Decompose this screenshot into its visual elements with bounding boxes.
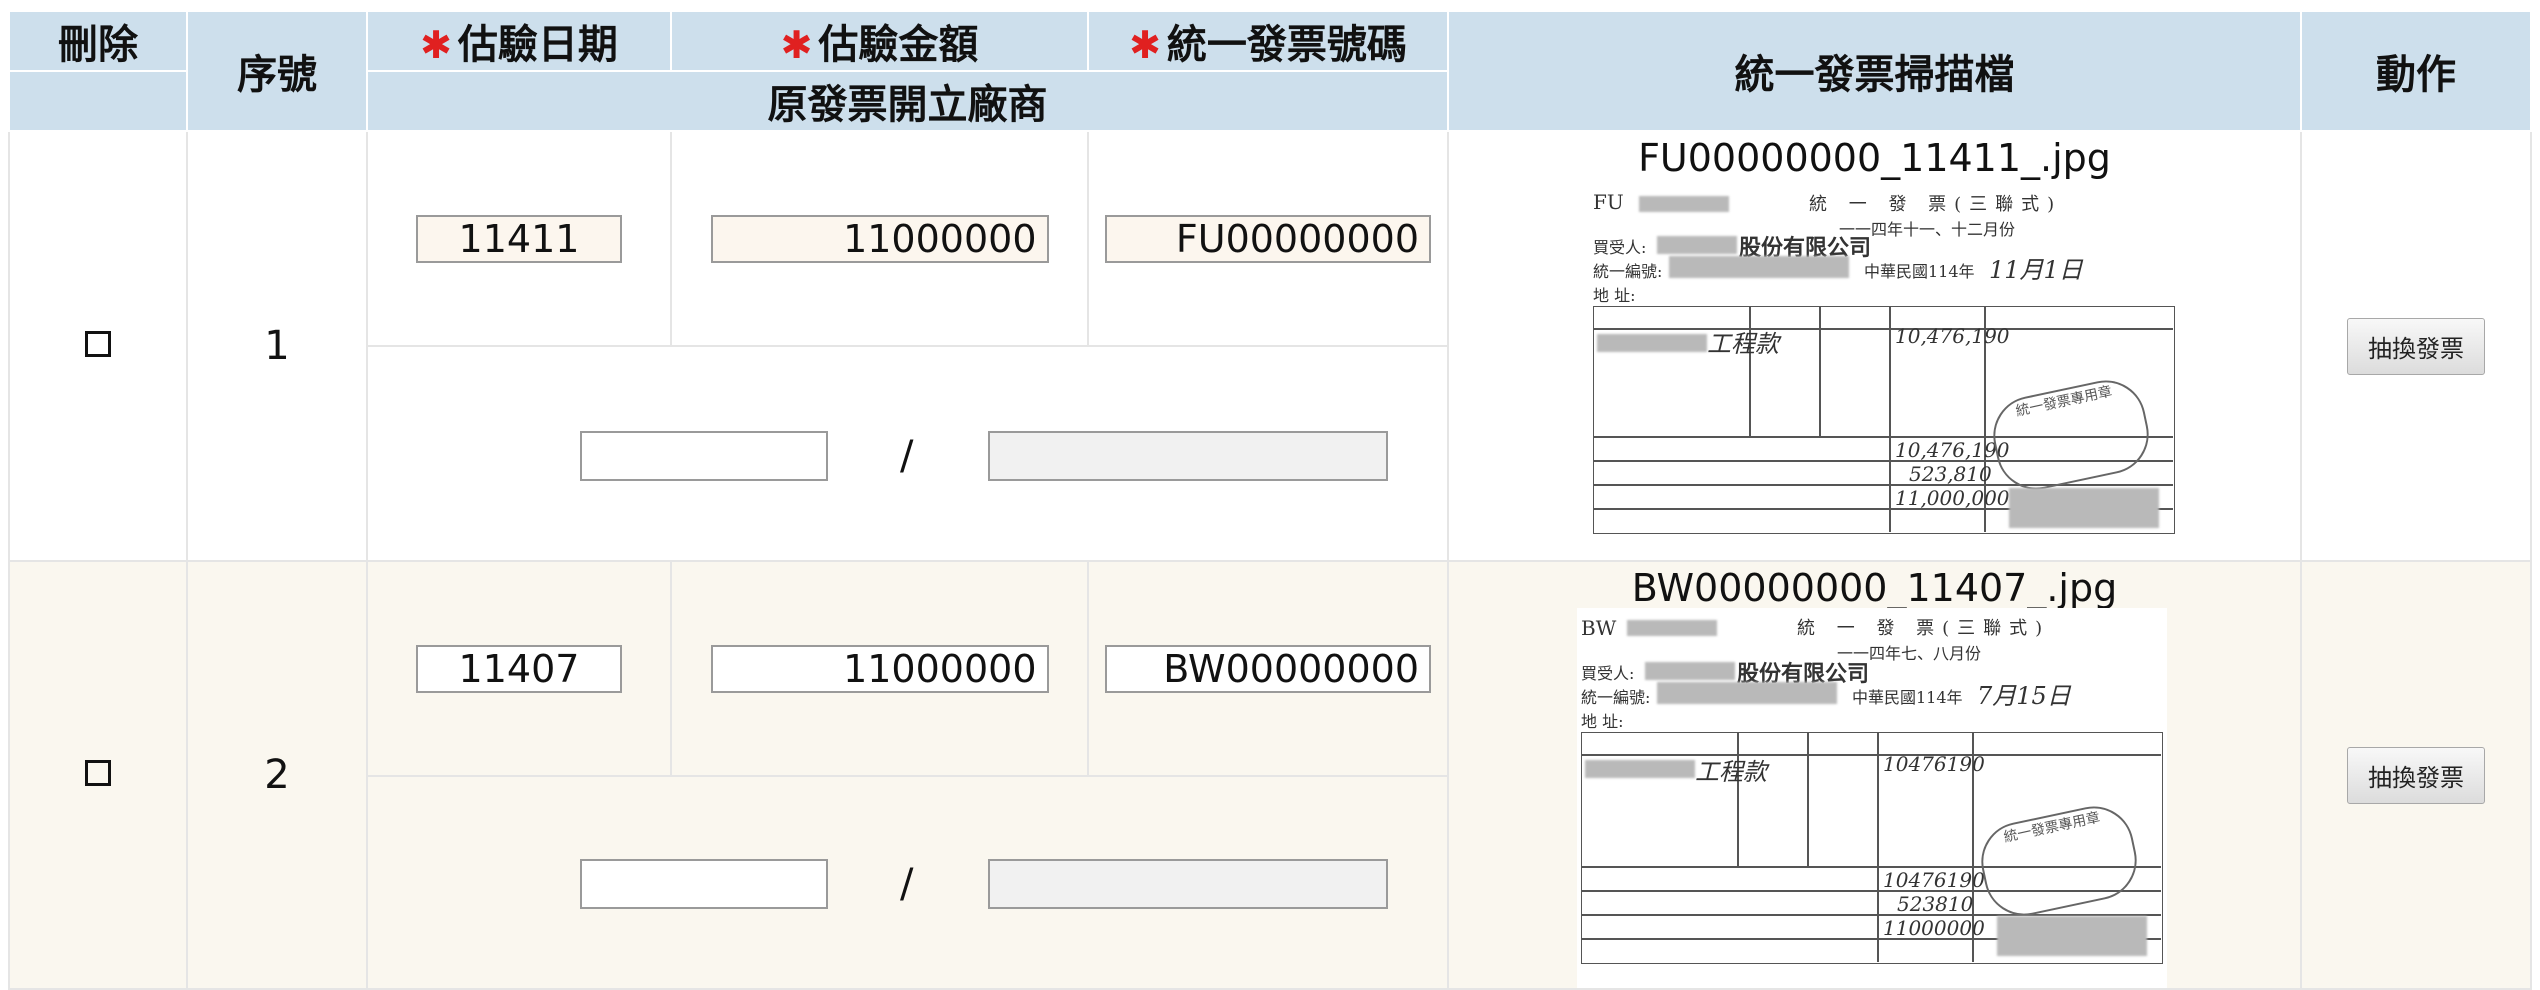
action-cell: 抽換發票 <box>2300 130 2532 562</box>
table-row: 2 BW00000000_11407_.jpg BW 統 一 發 票(三聯式) … <box>8 560 2532 990</box>
invoice-subtotal: 10,476,190 <box>1895 324 2010 348</box>
header-vendor: 原發票開立廠商 <box>366 70 1449 132</box>
vendor-code-input[interactable] <box>580 858 828 909</box>
invoice-prefix: BW <box>1581 616 1617 640</box>
header-seq: 序號 <box>186 10 368 132</box>
invoice-no-cell <box>1087 560 1449 777</box>
est-amount-input[interactable] <box>710 214 1049 263</box>
vendor-cell: / <box>366 345 1449 562</box>
invoice-scan-image[interactable]: FU 統 一 發 票(三聯式) 一一四年十一、十二月份 買受人: 股份有限公司 … <box>1589 188 2179 558</box>
vendor-code-input[interactable] <box>580 430 828 481</box>
header-est-date: ✱ 估驗日期 <box>366 10 672 72</box>
header-delete: 刪除 <box>8 10 188 72</box>
replace-invoice-button[interactable]: 抽換發票 <box>2347 317 2485 375</box>
invoice-total: 10476190 <box>1883 868 1985 892</box>
invoice-date-handwritten: 11月1日 <box>1989 256 2083 284</box>
vendor-name-input[interactable] <box>988 430 1388 481</box>
est-date-cell <box>366 560 672 777</box>
required-mark: ✱ <box>1129 23 1161 67</box>
scan-cell: BW00000000_11407_.jpg BW 統 一 發 票(三聯式) 一一… <box>1447 560 2302 990</box>
est-amount-cell <box>670 560 1089 777</box>
scan-filename: FU00000000_11411_.jpg <box>1638 136 2111 180</box>
invoice-no-input[interactable] <box>1105 214 1431 263</box>
est-date-input[interactable] <box>416 214 622 263</box>
scan-cell: FU00000000_11411_.jpg FU 統 一 發 票(三聯式) 一一… <box>1447 130 2302 562</box>
header-delete-spacer <box>8 70 188 132</box>
required-mark: ✱ <box>780 23 813 67</box>
vendor-cell: / <box>366 775 1449 990</box>
header-est-amount: ✱ 估驗金額 <box>670 10 1089 72</box>
vendor-name-input[interactable] <box>988 858 1388 909</box>
vendor-separator: / <box>900 860 914 907</box>
action-cell: 抽換發票 <box>2300 560 2532 990</box>
vendor-separator: / <box>900 432 914 479</box>
table-row: 1 FU00000000_11411_.jpg FU 統 一 發 票(三聯式) … <box>8 130 2532 562</box>
invoice-table: 刪除 序號 ✱ 估驗日期 ✱ 估驗金額 ✱ 統一發票號碼 統一發票掃描檔 動作 原發票… <box>8 10 2532 990</box>
invoice-scan-image[interactable]: BW 統 一 發 票(三聯式) 一一四年七、八月份 買受人: 股份有限公司 統一… <box>1577 608 2167 988</box>
invoice-item: 工程款 <box>1695 758 1767 786</box>
seq-cell: 1 <box>186 130 368 562</box>
scan-filename: BW00000000_11407_.jpg <box>1631 566 2118 610</box>
invoice-total: 10,476,190 <box>1895 438 2010 462</box>
est-date-cell <box>366 130 672 347</box>
invoice-subtotal: 10476190 <box>1883 752 1985 776</box>
required-mark: ✱ <box>420 23 452 67</box>
est-amount-cell <box>670 130 1089 347</box>
invoice-date-handwritten: 7月15日 <box>1977 682 2071 710</box>
delete-cell <box>8 560 188 990</box>
header-scan: 統一發票掃描檔 <box>1447 10 2302 132</box>
invoice-item: 工程款 <box>1707 330 1779 358</box>
invoice-no-cell <box>1087 130 1449 347</box>
invoice-grand-total: 11,000,000 <box>1895 486 2010 510</box>
header-action: 動作 <box>2300 10 2532 132</box>
est-amount-input[interactable] <box>710 644 1049 693</box>
invoice-no-input[interactable] <box>1105 644 1431 693</box>
header-invoice-no: ✱ 統一發票號碼 <box>1087 10 1449 72</box>
invoice-grand-total: 11000000 <box>1883 916 1985 940</box>
delete-checkbox[interactable] <box>85 760 111 786</box>
invoice-tax: 523810 <box>1897 892 1974 916</box>
delete-checkbox[interactable] <box>85 331 111 357</box>
invoice-tax: 523,810 <box>1909 462 1992 486</box>
est-date-input[interactable] <box>416 644 622 693</box>
seq-cell: 2 <box>186 560 368 990</box>
replace-invoice-button[interactable]: 抽換發票 <box>2347 746 2485 804</box>
delete-cell <box>8 130 188 562</box>
invoice-prefix: FU <box>1593 190 1624 214</box>
